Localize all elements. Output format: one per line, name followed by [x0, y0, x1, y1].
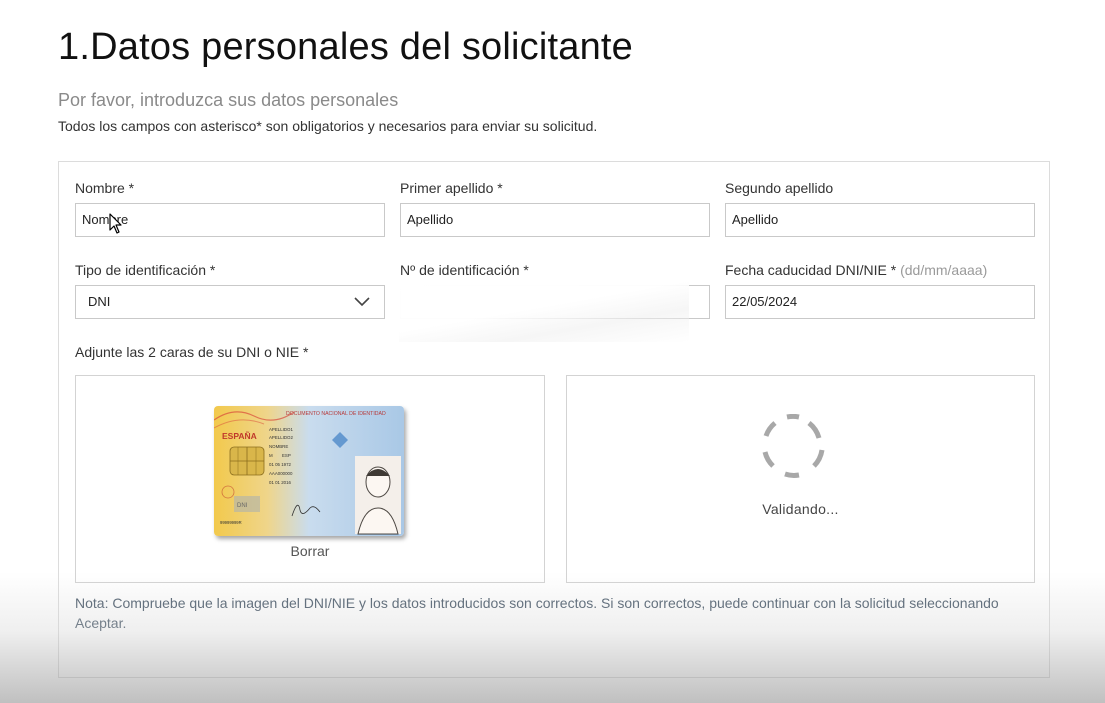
page-subtitle: Por favor, introduzca sus datos personal… [58, 90, 399, 110]
id-card-front-image: DOCUMENTO NACIONAL DE IDENTIDAD ESPAÑA D… [214, 406, 404, 536]
numero-identificacion-field[interactable] [399, 282, 710, 342]
tipo-identificacion-value: DNI [88, 294, 111, 309]
page-title: 1.Datos personales del solicitante [58, 26, 634, 68]
nombre-label: Nombre * [75, 180, 135, 196]
fecha-caducidad-label-text: Fecha caducidad DNI/NIE * [725, 262, 897, 278]
mouse-cursor-icon [109, 213, 122, 234]
card-surname1: APELLIDO1 [269, 427, 293, 432]
loading-spinner-icon [762, 414, 825, 478]
upload-label: Adjunte las 2 caras de su DNI o NIE * [75, 344, 309, 360]
delete-image-link[interactable]: Borrar [76, 543, 544, 559]
segundo-apellido-field[interactable]: Apellido [725, 203, 1035, 237]
tipo-identificacion-select[interactable]: DNI [75, 285, 385, 319]
primer-apellido-field[interactable]: Apellido [400, 203, 710, 237]
card-surname2: APELLIDO2 [269, 435, 293, 440]
card-birth-date: 01 05 1972 [269, 462, 292, 467]
chevron-down-icon [354, 297, 370, 307]
redaction-blur [399, 282, 689, 342]
card-support-number: AAA000000 [269, 471, 293, 476]
card-sex: M [269, 453, 273, 458]
tipo-identificacion-label: Tipo de identificación * [75, 262, 216, 278]
verification-note: Nota: Compruebe que la imagen del DNI/NI… [75, 595, 999, 631]
segundo-apellido-label: Segundo apellido [725, 180, 834, 196]
card-header-text: DOCUMENTO NACIONAL DE IDENTIDAD [286, 411, 386, 417]
required-fields-note: Todos los campos con asterisco* son obli… [58, 118, 598, 134]
fecha-caducidad-format-hint: (dd/mm/aaaa) [900, 262, 988, 278]
validating-status: Validando... [762, 501, 839, 517]
numero-identificacion-label: Nº de identificación * [400, 262, 529, 278]
card-country-text: ESPAÑA [222, 431, 257, 441]
card-dni-number: 99999999R [220, 520, 242, 525]
upload-back-box[interactable]: Validando... [566, 375, 1035, 583]
card-validity: 01 01 2016 [269, 480, 292, 485]
fecha-caducidad-field[interactable]: 22/05/2024 [725, 285, 1035, 319]
card-footer-text: DNI [237, 503, 248, 509]
card-name: NOMBRE [269, 444, 288, 449]
fecha-caducidad-label: Fecha caducidad DNI/NIE * (dd/mm/aaaa) [725, 262, 987, 278]
upload-front-box[interactable]: DOCUMENTO NACIONAL DE IDENTIDAD ESPAÑA D… [75, 375, 545, 583]
primer-apellido-label: Primer apellido * [400, 180, 503, 196]
card-nationality: ESP [282, 453, 291, 458]
